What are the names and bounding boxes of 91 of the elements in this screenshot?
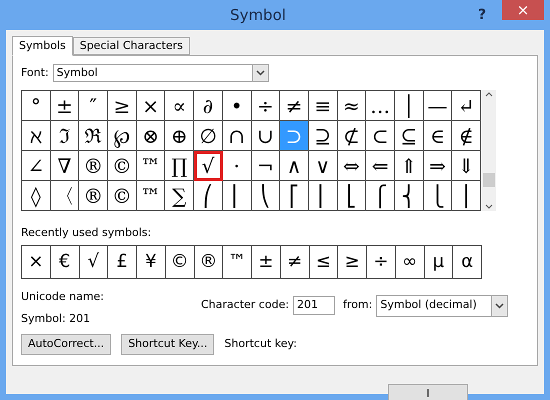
scrollbar[interactable] bbox=[481, 90, 496, 211]
unicode-name-value: Symbol: 201 bbox=[21, 311, 92, 327]
symbol-cell[interactable]: ™ bbox=[136, 151, 166, 181]
symbol-cell[interactable]: ⎧ bbox=[366, 181, 395, 211]
symbol-cell[interactable]: ¬ bbox=[252, 151, 280, 181]
symbol-cell[interactable]: ∨ bbox=[308, 151, 338, 181]
symbol-cell[interactable]: ⊄ bbox=[338, 121, 366, 151]
symbol-cell[interactable]: ⎜ bbox=[222, 181, 252, 211]
symbol-cell[interactable]: … bbox=[366, 91, 395, 121]
symbol-cell[interactable]: ℵ bbox=[22, 121, 51, 151]
symbol-cell[interactable]: ° bbox=[22, 91, 51, 121]
font-label: Font: bbox=[21, 64, 49, 81]
symbol-cell[interactable]: ⎛ bbox=[194, 181, 223, 211]
symbol-cell[interactable]: ∑ bbox=[165, 181, 194, 211]
symbol-cell[interactable]: ⎨ bbox=[394, 181, 424, 211]
symbol-cell[interactable]: ⊇ bbox=[308, 121, 338, 151]
symbol-cell[interactable]: ∝ bbox=[165, 91, 194, 121]
symbol-cell[interactable]: ℘ bbox=[108, 121, 137, 151]
from-label: from: bbox=[343, 297, 372, 314]
symbol-cell[interactable]: • bbox=[222, 91, 252, 121]
symbol-cell[interactable]: 〈 bbox=[50, 181, 80, 211]
symbol-cell[interactable]: ⎡ bbox=[280, 181, 309, 211]
symbol-cell[interactable]: × bbox=[136, 91, 166, 121]
symbol-cell[interactable]: ± bbox=[50, 91, 80, 121]
recent-label: Recently used symbols: bbox=[21, 225, 152, 241]
symbol-cell[interactable]: ⎝ bbox=[252, 181, 280, 211]
symbol-cell[interactable]: ∅ bbox=[194, 121, 223, 151]
scroll-up-icon[interactable] bbox=[484, 92, 492, 97]
symbol-cell[interactable]: ⊆ bbox=[394, 121, 424, 151]
symbol-cell[interactable]: ⇑ bbox=[394, 151, 424, 181]
help-button[interactable]: ? bbox=[470, 4, 494, 26]
symbol-cell[interactable]: ⇐ bbox=[366, 151, 395, 181]
from-dropdown[interactable]: Symbol (decimal) bbox=[376, 294, 508, 316]
symbol-cell[interactable]: ⊂ bbox=[366, 121, 395, 151]
symbol-cell[interactable]: ∪ bbox=[252, 121, 280, 151]
symbol-cell[interactable]: ∩ bbox=[222, 121, 252, 151]
symbol-cell[interactable]: ⎪ bbox=[452, 181, 481, 211]
symbol-cell[interactable]: ≠ bbox=[280, 91, 309, 121]
symbol-cell[interactable]: ≈ bbox=[338, 91, 366, 121]
symbol-cell[interactable]: ⇓ bbox=[452, 151, 481, 181]
symbol-cell[interactable]: ∇ bbox=[50, 151, 80, 181]
symbol-cell[interactable]: ≥ bbox=[108, 91, 137, 121]
close-button[interactable]: × bbox=[502, 0, 544, 20]
symbol-cell[interactable]: · bbox=[222, 151, 252, 181]
scroll-thumb[interactable] bbox=[482, 172, 494, 186]
symbol-cell[interactable]: ↵ bbox=[452, 91, 481, 121]
symbol-cell[interactable]: ≡ bbox=[308, 91, 338, 121]
symbol-cell[interactable]: ® bbox=[79, 151, 108, 181]
symbol-cell[interactable]: © bbox=[108, 151, 137, 181]
symbol-cell[interactable]: ℑ bbox=[50, 121, 80, 151]
symbol-cell[interactable]: ⇔ bbox=[338, 151, 366, 181]
character-code-field[interactable]: 201 bbox=[293, 296, 336, 315]
font-dropdown[interactable]: Symbol bbox=[52, 64, 269, 82]
symbol-cell[interactable]: │ bbox=[394, 91, 424, 121]
symbol-cell[interactable]: ⊗ bbox=[136, 121, 166, 151]
dropdown-caret-icon bbox=[256, 70, 265, 76]
symbol-cell[interactable]: ∂ bbox=[194, 91, 223, 121]
dialog-button[interactable]: Shortcut Key... bbox=[121, 334, 214, 354]
symbol-cell[interactable]: ∧ bbox=[280, 151, 309, 181]
unicode-name-label: Unicode name: bbox=[21, 288, 106, 304]
symbol-cell[interactable]: ⇒ bbox=[424, 151, 452, 181]
recent-symbol[interactable]: µ bbox=[424, 246, 454, 278]
tab[interactable]: Symbols bbox=[12, 36, 73, 56]
symbol-cell[interactable]: ∉ bbox=[452, 121, 481, 151]
symbol-cell[interactable]: ⎣ bbox=[338, 181, 366, 211]
symbol-cell[interactable]: ⎢ bbox=[308, 181, 338, 211]
symbol-cell[interactable]: ∈ bbox=[424, 121, 452, 151]
symbol-cell[interactable]: ℜ bbox=[79, 121, 108, 151]
symbol-cell[interactable]: ÷ bbox=[252, 91, 280, 121]
dialog-button[interactable]: I bbox=[388, 384, 468, 400]
symbol-cell[interactable]: ⊕ bbox=[165, 121, 194, 151]
recent-symbol[interactable]: √ bbox=[80, 246, 108, 278]
symbol-cell[interactable]: ″ bbox=[79, 91, 108, 121]
dropdown-caret-icon bbox=[495, 302, 504, 308]
symbol-cell[interactable]: √ bbox=[194, 151, 223, 181]
dialog-button[interactable]: AutoCorrect... bbox=[21, 334, 112, 354]
shortcut-key-label: Shortcut key: bbox=[224, 336, 297, 352]
symbol-cell[interactable]: — bbox=[424, 91, 452, 121]
tab[interactable]: Special Characters bbox=[72, 37, 190, 55]
recent-symbol[interactable]: ≤ bbox=[310, 246, 338, 278]
symbol-cell[interactable]: ™ bbox=[136, 181, 166, 211]
symbol-cell[interactable]: ⎩ bbox=[424, 181, 452, 211]
symbol-cell[interactable]: ® bbox=[79, 181, 108, 211]
character-code-label: Character code: bbox=[201, 297, 290, 314]
scroll-down-icon[interactable] bbox=[484, 204, 492, 209]
symbol-cell[interactable]: ∏ bbox=[165, 151, 194, 181]
symbol-cell[interactable]: ∠ bbox=[22, 151, 51, 181]
symbol-cell[interactable]: © bbox=[108, 181, 137, 211]
window-title: Symbol bbox=[229, 4, 287, 26]
recent-symbol[interactable]: ® bbox=[194, 246, 224, 278]
symbol-cell[interactable]: ◊ bbox=[22, 181, 51, 211]
